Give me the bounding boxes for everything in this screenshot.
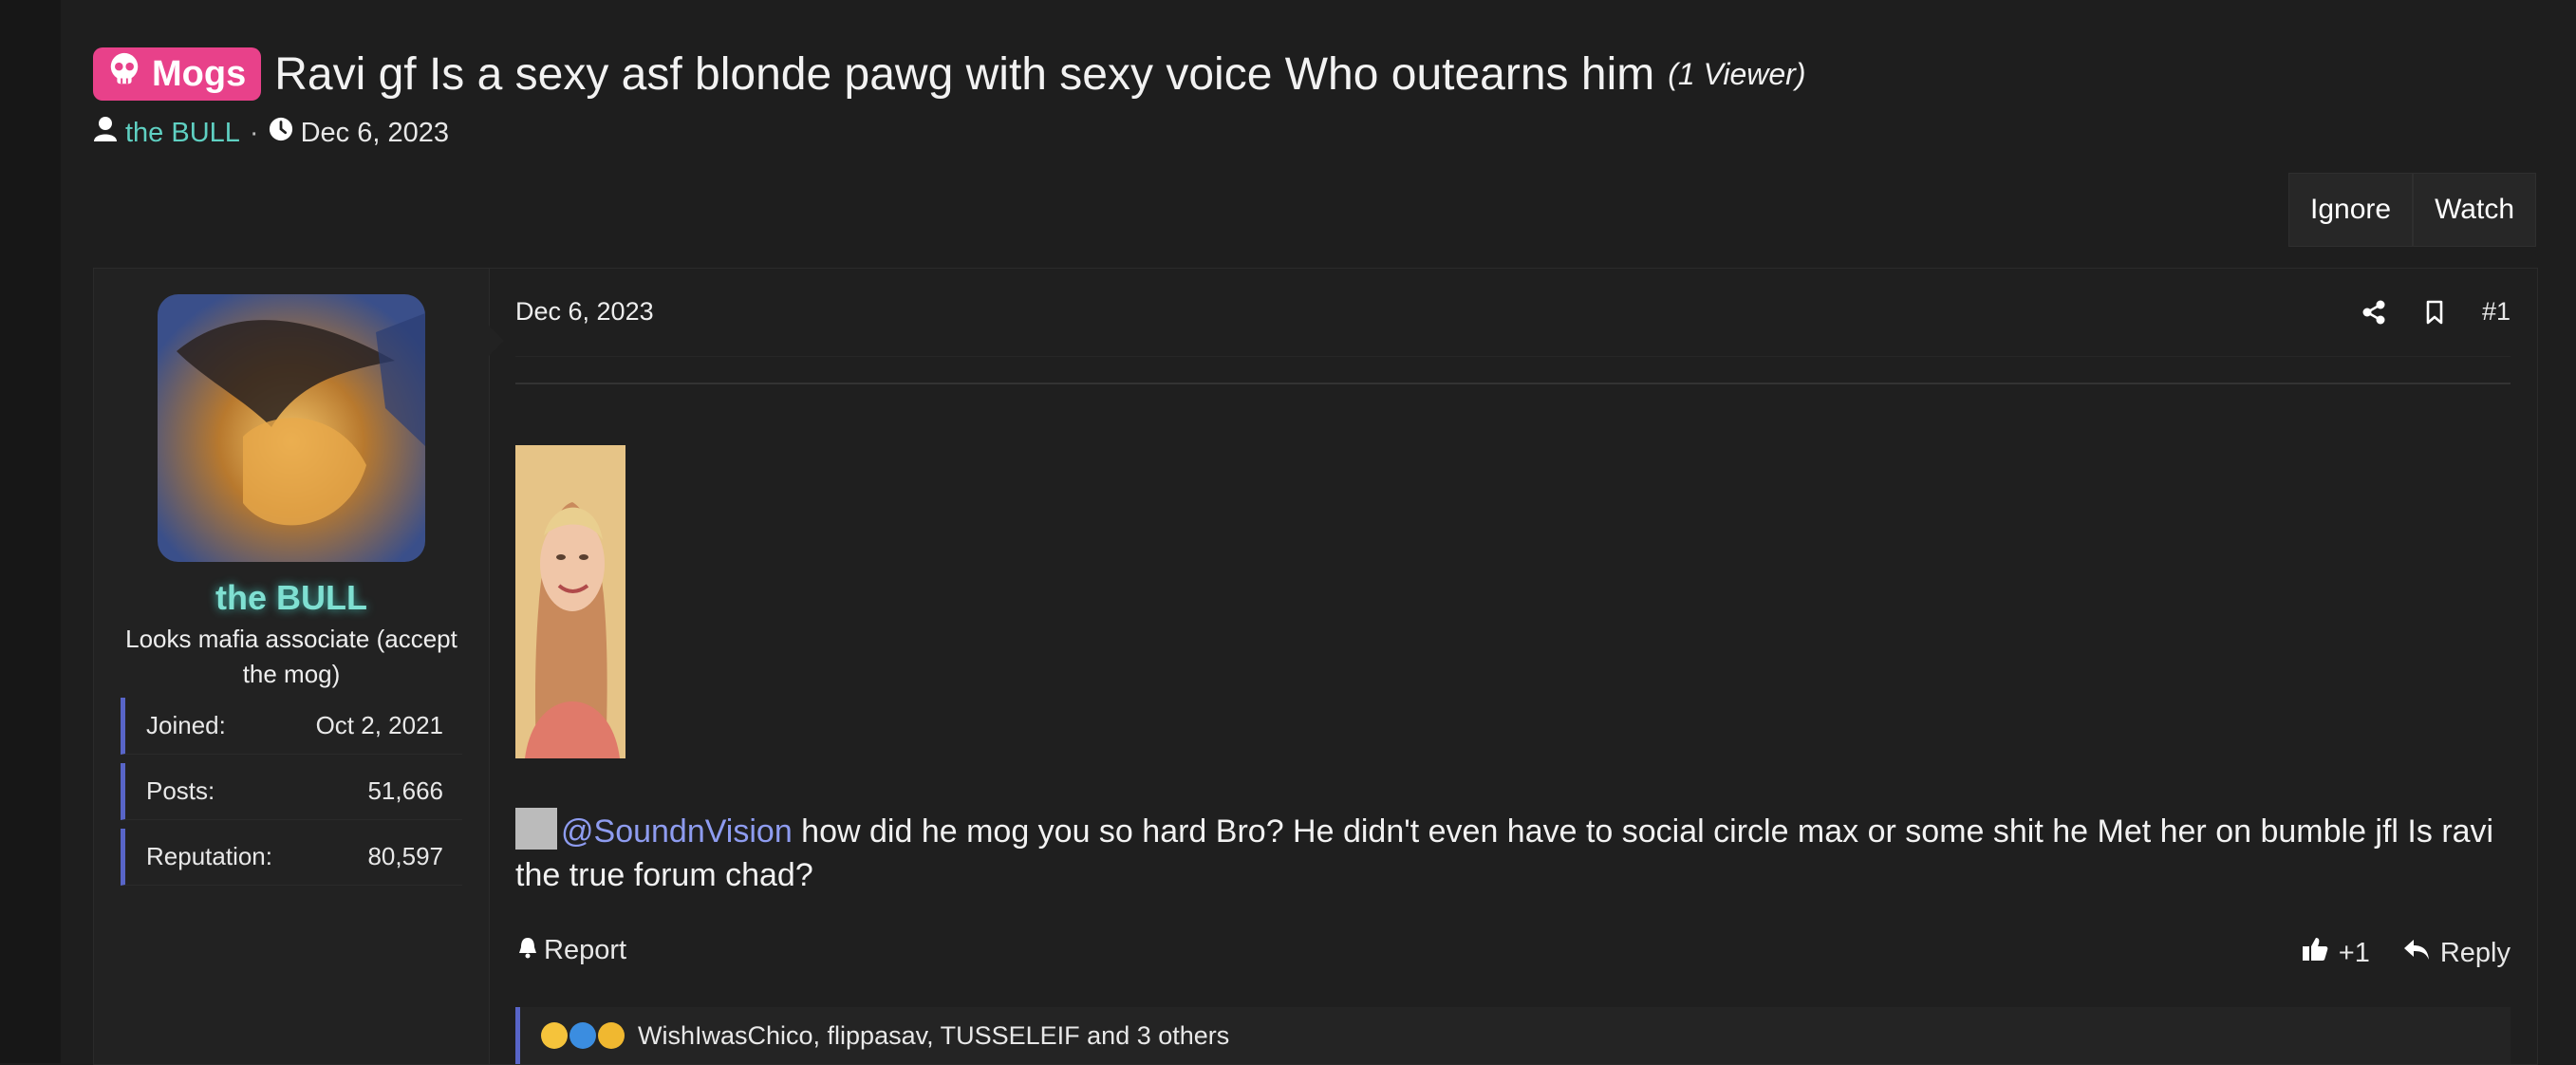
plus-one-button[interactable]: +1 (2301, 935, 2370, 971)
thread-prefix-badge[interactable]: Mogs (93, 47, 262, 101)
thread-page: Mogs Ravi gf Is a sexy asf blonde pawg w… (61, 0, 2576, 1065)
reactions-users[interactable]: WishIwasChico, flippasav, TUSSELEIF and … (638, 1021, 1229, 1051)
stat-joined: Joined: Oct 2, 2021 (121, 698, 462, 755)
viewer-count: (1 Viewer) (1668, 56, 1806, 91)
post-body: @SoundnVision how did he mog you so hard… (515, 808, 2509, 897)
content-divider (515, 383, 2511, 384)
stat-label: Posts: (146, 776, 215, 805)
thread-author-link[interactable]: the BULL (125, 118, 240, 149)
thread-actions: Ignore Watch (2288, 173, 2536, 247)
report-label: Report (544, 935, 627, 965)
avatar[interactable] (158, 294, 425, 562)
reply-label: Reply (2439, 937, 2511, 968)
bell-icon (517, 935, 538, 966)
prefix-label: Mogs (152, 53, 247, 94)
post: the BULL Looks mafia associate (accept t… (93, 268, 2538, 1065)
reactions-bar[interactable]: WishIwasChico, flippasav, TUSSELEIF and … (515, 1007, 2511, 1064)
stat-label: Joined: (146, 711, 226, 739)
like-emoji-icon (569, 1022, 596, 1049)
header-divider (515, 356, 2511, 357)
page-title: Ravi gf Is a sexy asf blonde pawg with s… (274, 48, 1655, 100)
reply-icon (2402, 935, 2431, 971)
post-reaction-actions: +1 Reply (2301, 935, 2511, 971)
post-username[interactable]: the BULL (94, 578, 489, 618)
stat-value: Oct 2, 2021 (315, 711, 443, 739)
mention-link[interactable]: @SoundnVision (561, 813, 793, 850)
post-user-cell: the BULL Looks mafia associate (accept t… (94, 269, 490, 1064)
skull-icon (106, 51, 142, 97)
left-rail (0, 0, 61, 1063)
thumbs-up-icon (2301, 935, 2329, 971)
clock-icon (269, 116, 301, 150)
report-button[interactable]: Report (517, 935, 626, 966)
thread-date[interactable]: Dec 6, 2023 (301, 118, 449, 149)
user-icon (93, 116, 125, 150)
stat-posts: Posts: 51,666 (121, 763, 462, 820)
stat-reputation: Reputation: 80,597 (121, 829, 462, 886)
post-body-text: how did he mog you so hard Bro? He didn'… (515, 813, 2494, 893)
stat-label: Reputation: (146, 842, 272, 870)
thread-meta: the BULL · Dec 6, 2023 (93, 112, 449, 154)
wow-emoji-icon (598, 1022, 625, 1049)
share-icon[interactable] (2361, 299, 2387, 326)
laughing-emoji-icon (541, 1022, 568, 1049)
bookmark-icon[interactable] (2421, 299, 2448, 326)
plus-one-label: +1 (2338, 937, 2370, 968)
stat-value: 51,666 (367, 776, 443, 805)
separator: · (249, 117, 259, 148)
post-image[interactable] (515, 445, 625, 758)
post-number[interactable]: #1 (2482, 297, 2511, 327)
ignore-button[interactable]: Ignore (2288, 173, 2414, 247)
user-title: Looks mafia associate (accept the mog) (125, 625, 457, 688)
stat-value: 80,597 (367, 842, 443, 870)
thread-header: Mogs Ravi gf Is a sexy asf blonde pawg w… (93, 44, 1805, 104)
post-date[interactable]: Dec 6, 2023 (515, 297, 654, 327)
reply-button[interactable]: Reply (2402, 935, 2511, 971)
post-actions: #1 (2361, 297, 2511, 327)
post-content: Dec 6, 2023 #1 @SoundnVision how did he … (489, 269, 2537, 1064)
mention-avatar (515, 808, 557, 850)
watch-button[interactable]: Watch (2413, 173, 2536, 247)
